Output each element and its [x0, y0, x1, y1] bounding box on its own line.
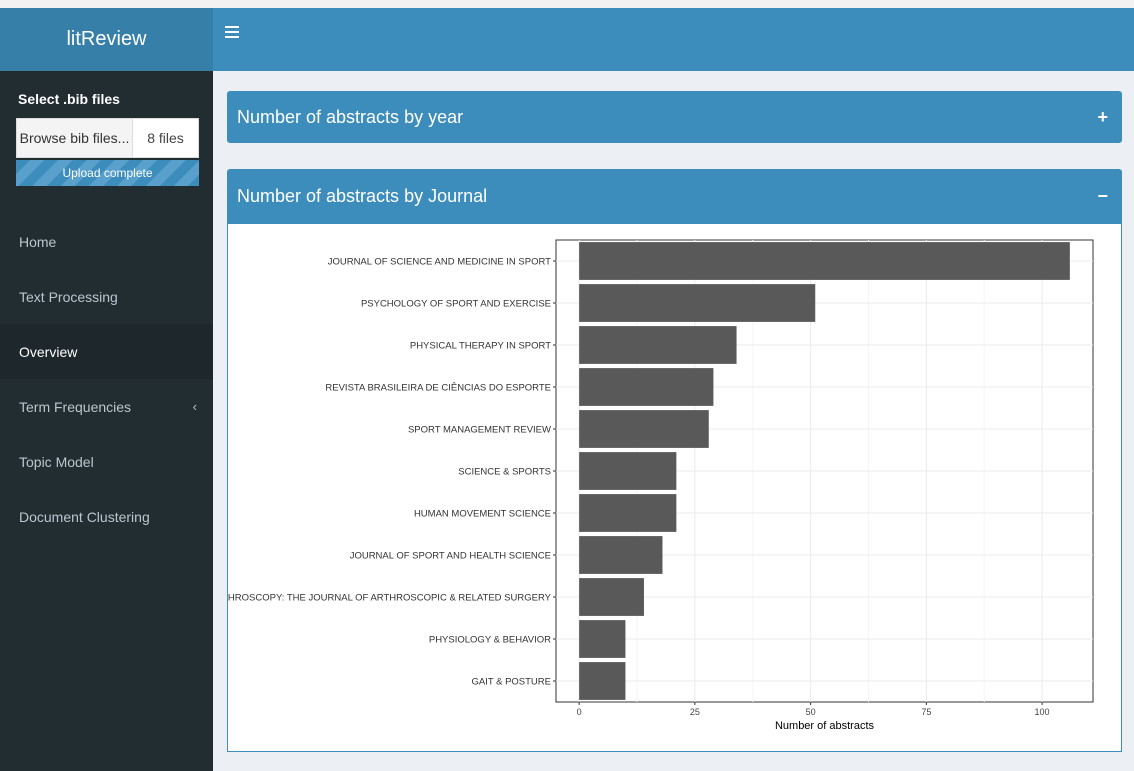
x-axis-title: Number of abstracts [775, 720, 875, 732]
bib-file-input[interactable]: Browse bib files... 8 files [16, 118, 199, 158]
bar [579, 620, 626, 658]
bar [579, 662, 626, 700]
sidebar: Select .bib files Browse bib files... 8 … [0, 71, 213, 771]
x-tick-label: 50 [806, 707, 816, 717]
bar [579, 410, 709, 448]
file-input-label: Select .bib files [18, 91, 120, 107]
y-tick-label: HUMAN MOVEMENT SCIENCE [414, 509, 551, 520]
bar [579, 536, 663, 574]
y-tick-label: PHYSICAL THERAPY IN SPORT [410, 341, 551, 352]
y-tick-label: JOURNAL OF SPORT AND HEALTH SCIENCE [350, 551, 551, 562]
collapse-minus-icon[interactable]: − [1097, 186, 1108, 207]
x-tick-label: 25 [690, 707, 700, 717]
y-tick-label: GAIT & POSTURE [471, 677, 551, 688]
y-tick-label: ARTHROSCOPY: THE JOURNAL OF ARTHROSCOPIC… [228, 593, 552, 604]
bar [579, 242, 1070, 280]
y-tick-label: PHYSIOLOGY & BEHAVIOR [429, 635, 551, 646]
box-title: Number of abstracts by Journal [237, 186, 488, 206]
bar [579, 368, 714, 406]
sidebar-item-term-frequencies[interactable]: Term Frequencies ‹ [0, 379, 213, 434]
box-header-by-year: Number of abstracts by year + [227, 91, 1122, 143]
bar [579, 284, 816, 322]
app-logo[interactable]: litReview [0, 8, 213, 71]
sidebar-item-document-clustering[interactable]: Document Clustering [0, 489, 213, 544]
sidebar-item-label: Term Frequencies [19, 398, 132, 415]
sidebar-item-label: Home [19, 233, 57, 250]
expand-plus-icon[interactable]: + [1097, 107, 1108, 128]
hamburger-menu-icon[interactable] [225, 26, 239, 40]
sidebar-item-topic-model[interactable]: Topic Model [0, 434, 213, 489]
sidebar-item-label: Document Clustering [19, 508, 150, 525]
journal-chart-box: JOURNAL OF SCIENCE AND MEDICINE IN SPORT… [227, 224, 1122, 752]
box-title: Number of abstracts by year [237, 106, 464, 127]
browse-button[interactable]: Browse bib files... [16, 118, 133, 158]
x-tick-label: 100 [1035, 707, 1050, 717]
top-navbar [213, 8, 1134, 71]
window-top-strip [0, 0, 1134, 8]
sidebar-menu: Home Text Processing Overview Term Frequ… [0, 214, 213, 544]
upload-progress-bar: Upload complete [16, 160, 199, 186]
bar [579, 494, 677, 532]
y-tick-label: JOURNAL OF SCIENCE AND MEDICINE IN SPORT [328, 257, 551, 268]
sidebar-item-label: Overview [19, 343, 78, 360]
journal-bar-chart: JOURNAL OF SCIENCE AND MEDICINE IN SPORT… [228, 239, 1094, 732]
y-tick-label: SCIENCE & SPORTS [458, 467, 551, 478]
sidebar-item-label: Topic Model [19, 453, 94, 470]
y-tick-label: SPORT MANAGEMENT REVIEW [408, 425, 551, 436]
x-tick-label: 0 [577, 707, 582, 717]
sidebar-item-label: Text Processing [19, 288, 118, 305]
box-header-by-journal: Number of abstracts by Journal − [227, 169, 1122, 224]
y-tick-label: PSYCHOLOGY OF SPORT AND EXERCISE [361, 299, 551, 310]
sidebar-item-text-processing[interactable]: Text Processing [0, 269, 213, 324]
x-tick-label: 75 [921, 707, 931, 717]
chevron-left-icon[interactable]: ‹ [193, 399, 197, 414]
file-count-field: 8 files [133, 118, 199, 158]
bar [579, 578, 644, 616]
y-tick-label: REVISTA BRASILEIRA DE CIÊNCIAS DO ESPORT… [325, 383, 551, 394]
bar [579, 326, 737, 364]
bar [579, 452, 677, 490]
sidebar-item-home[interactable]: Home [0, 214, 213, 269]
sidebar-item-overview[interactable]: Overview [0, 324, 213, 379]
